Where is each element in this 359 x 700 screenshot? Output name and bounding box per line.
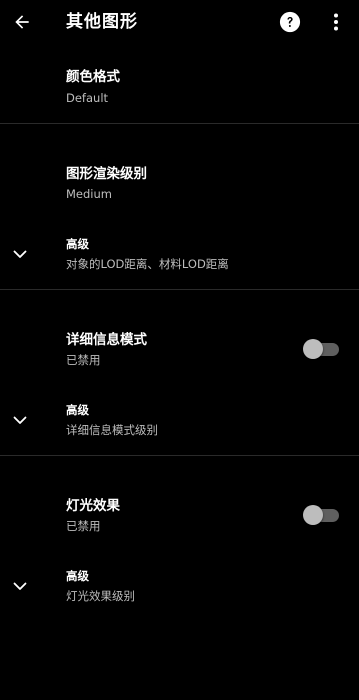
pref-color-format-title[interactable]: 颜色格式: [66, 68, 120, 86]
expand-advanced-detail-button[interactable]: [10, 410, 30, 430]
advanced-detail-summary: 详细信息模式级别: [66, 423, 158, 437]
advanced-light-title[interactable]: 高级: [66, 568, 89, 584]
advanced-light-summary: 灯光效果级别: [66, 589, 135, 603]
chevron-down-icon: [13, 582, 27, 590]
pref-detail-mode-summary: 已禁用: [66, 353, 101, 367]
chevron-down-icon: [13, 250, 27, 258]
advanced-lod-title[interactable]: 高级: [66, 236, 89, 252]
pref-light-effects-title[interactable]: 灯光效果: [66, 497, 120, 515]
light-effects-switch[interactable]: [303, 504, 341, 526]
switch-thumb: [303, 505, 323, 525]
overflow-menu-button[interactable]: [324, 8, 348, 36]
divider: [0, 123, 359, 124]
pref-render-level-summary: Medium: [66, 187, 112, 201]
pref-detail-mode-title[interactable]: 详细信息模式: [66, 331, 147, 349]
divider: [0, 455, 359, 456]
advanced-detail-title[interactable]: 高级: [66, 402, 89, 418]
pref-light-effects-summary: 已禁用: [66, 519, 101, 533]
expand-advanced-light-button[interactable]: [10, 576, 30, 596]
arrow-back-icon: [15, 15, 29, 29]
back-button[interactable]: [6, 6, 38, 38]
page-title: 其他图形: [66, 12, 138, 32]
help-circle-icon: [279, 11, 301, 33]
more-vert-icon: [334, 13, 338, 31]
advanced-lod-summary: 对象的LOD距离、材料LOD距离: [66, 257, 229, 271]
pref-render-level-title[interactable]: 图形渲染级别: [66, 165, 147, 183]
switch-thumb: [303, 339, 323, 359]
detail-mode-switch[interactable]: [303, 338, 341, 360]
help-button[interactable]: [278, 10, 302, 34]
pref-color-format-summary: Default: [66, 91, 109, 105]
app-bar: 其他图形: [0, 0, 359, 44]
divider: [0, 289, 359, 290]
expand-advanced-lod-button[interactable]: [10, 244, 30, 264]
chevron-down-icon: [13, 416, 27, 424]
